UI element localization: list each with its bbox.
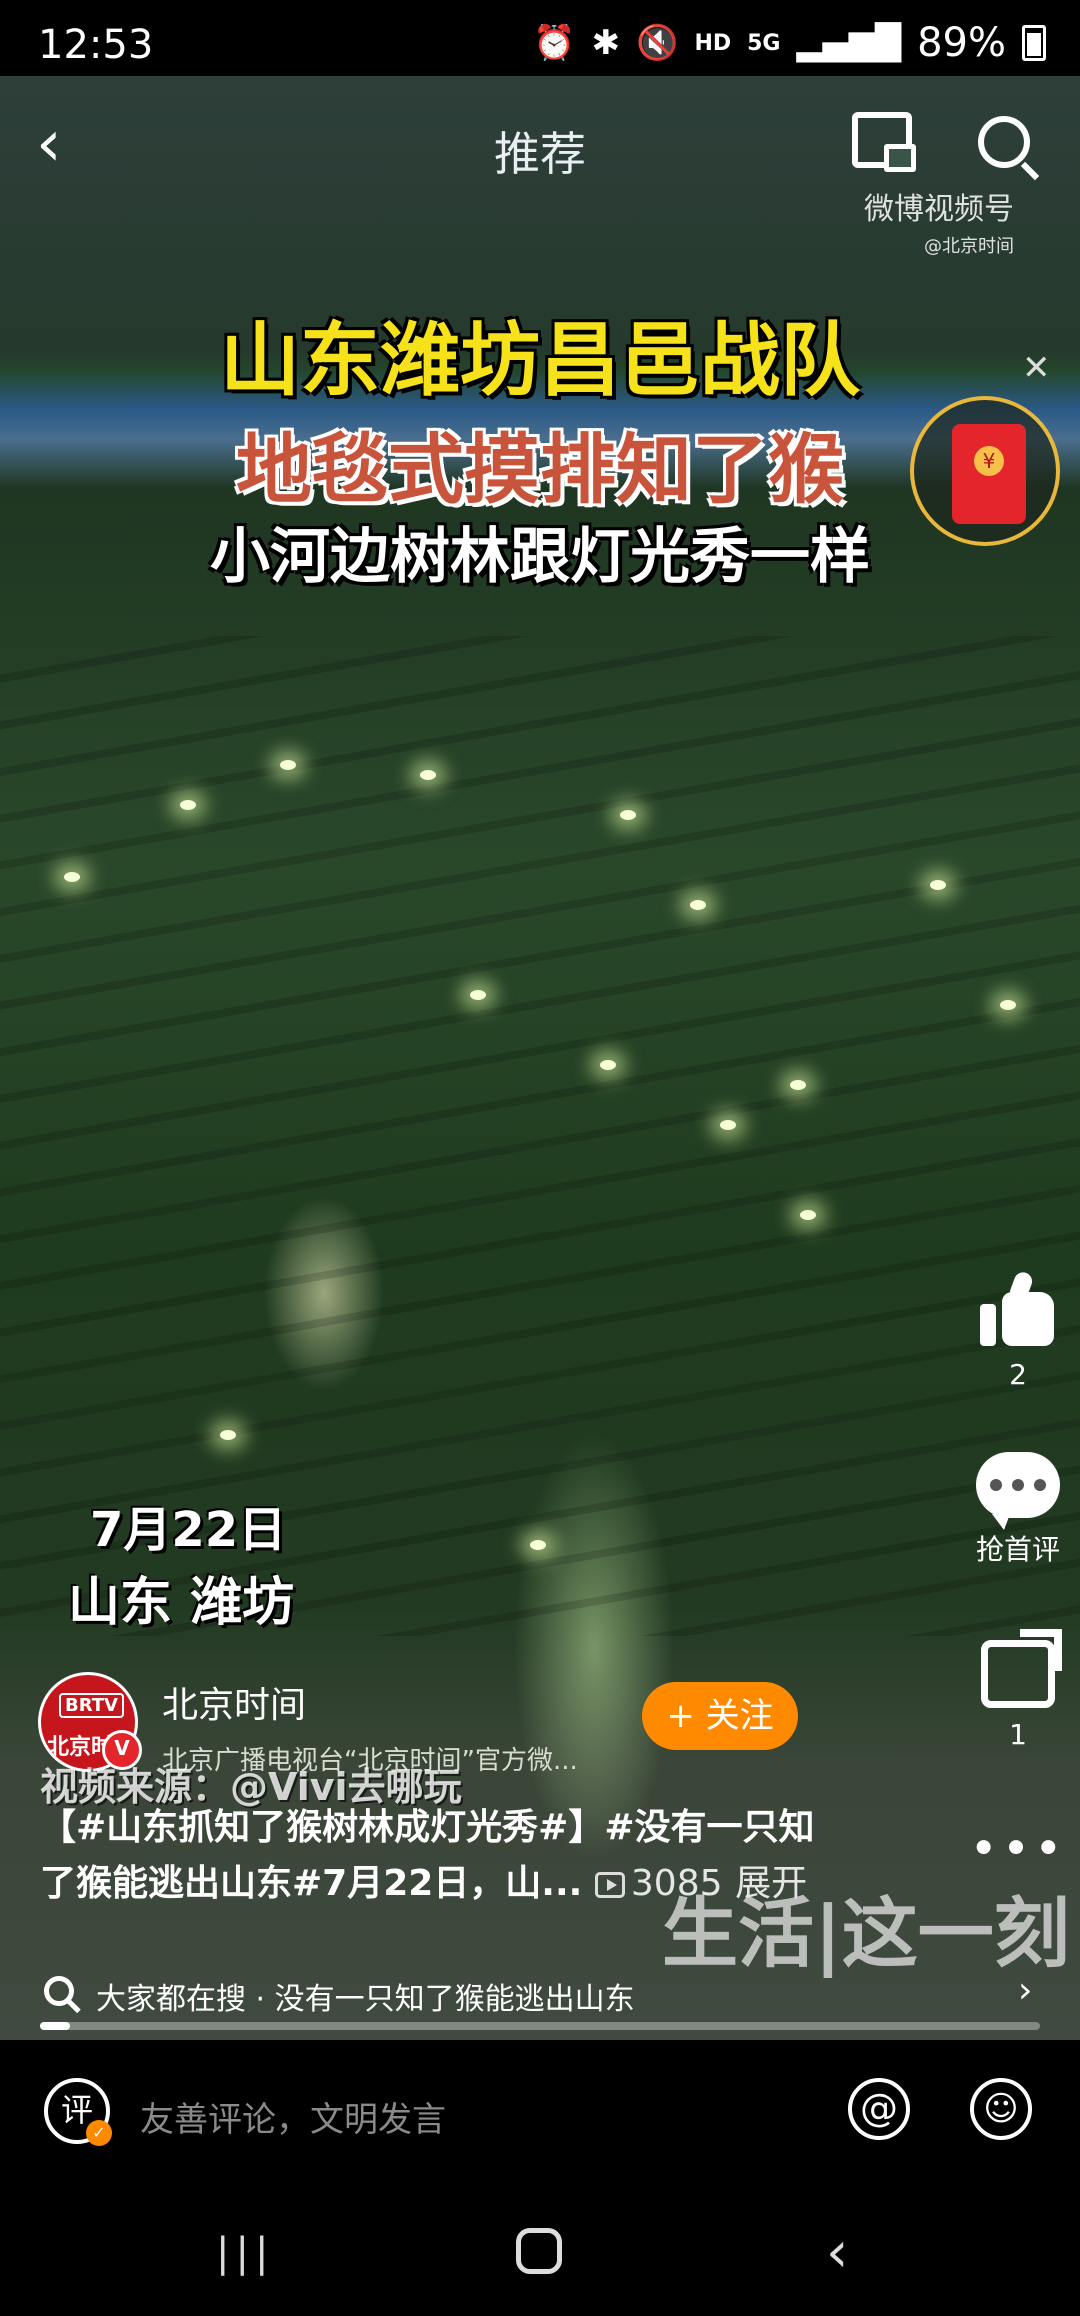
video-field-texture <box>0 636 1080 1636</box>
more-dots-icon: ••• <box>969 1821 1067 1877</box>
cast-screen-icon[interactable] <box>852 112 916 172</box>
video-date-overlay: 7月22日 山东 潍坊 <box>68 1490 294 1635</box>
status-icons: ⏰ ✱ 🔇 HD 5G ▂▄▆█ 89% <box>533 20 1046 66</box>
weibo-watermark: 微博视频号 @北京时间 <box>864 184 1014 258</box>
lamp-light <box>600 1060 616 1070</box>
video-progress-bar[interactable] <box>40 2022 1040 2030</box>
recent-apps-button[interactable]: ||| <box>216 2230 274 2276</box>
video-headline-3: 小河边树林跟灯光秀一样 <box>210 522 870 592</box>
signal-icon: ▂▄▆█ <box>796 23 902 63</box>
chevron-right-icon: › <box>1018 1970 1033 2011</box>
hd-indicator: HD <box>694 30 732 56</box>
watermark-brand: 微博视频号 <box>864 192 1014 227</box>
share-count: 1 <box>1009 1718 1027 1751</box>
thumbs-up-icon <box>980 1269 1056 1348</box>
share-icon <box>981 1629 1062 1708</box>
watermark-account: @北京时间 <box>924 236 1014 257</box>
red-packet-close-button[interactable]: ✕ <box>1022 348 1051 388</box>
lamp-light <box>280 760 296 770</box>
date-overlay-line-2: 山东 潍坊 <box>68 1573 295 1633</box>
status-bar: 12:53 ⏰ ✱ 🔇 HD 5G ▂▄▆█ 89% <box>0 0 1080 76</box>
lamp-light <box>690 900 706 910</box>
video-headline-1: 山东潍坊昌邑战队 <box>220 314 860 407</box>
video-progress-fill <box>40 2022 70 2030</box>
lamp-light <box>620 810 636 820</box>
red-envelope-icon <box>952 424 1026 524</box>
comment-bar: 评 友善评论，文明发言 @ ☺ <box>0 2040 1080 2190</box>
status-time: 12:53 <box>38 22 154 68</box>
network-indicator: 5G <box>747 30 781 56</box>
more-button[interactable]: ••• <box>968 1821 1068 1877</box>
close-icon: ✕ <box>1022 348 1051 388</box>
red-packet-button[interactable] <box>910 396 1060 546</box>
page-title: 推荐 <box>494 127 586 181</box>
search-icon[interactable] <box>978 116 1030 168</box>
home-button[interactable] <box>516 2228 562 2274</box>
lamp-light <box>790 1080 806 1090</box>
share-button[interactable]: 1 <box>968 1629 1068 1751</box>
lamp-light <box>180 800 196 810</box>
lamp-light <box>720 1120 736 1130</box>
avatar-badge: BRTV <box>59 1693 124 1718</box>
battery-icon <box>1022 25 1046 61</box>
lamp-light <box>930 880 946 890</box>
comment-pen-icon[interactable]: 评 <box>44 2078 112 2146</box>
comment-label: 抢首评 <box>975 1533 1060 1566</box>
lamp-light <box>1000 1000 1016 1010</box>
system-back-button[interactable]: ‹ <box>826 2220 848 2285</box>
search-icon <box>44 1976 74 2006</box>
comment-input[interactable]: 友善评论，文明发言 <box>140 2092 446 2141</box>
mute-icon: 🔇 <box>636 23 679 63</box>
comment-button[interactable]: 抢首评 <box>968 1452 1068 1568</box>
play-icon <box>594 1872 625 1898</box>
lamp-light <box>220 1430 236 1440</box>
comment-bubble-icon <box>976 1452 1060 1530</box>
mention-icon[interactable]: @ <box>848 2078 910 2140</box>
like-count: 2 <box>1009 1358 1027 1391</box>
lamp-light <box>800 1210 816 1220</box>
system-nav-bar: ||| ‹ <box>0 2190 1080 2316</box>
trending-search-text: 大家都在搜 · 没有一只知了猴能逃出山东 <box>96 1982 635 2017</box>
date-overlay-line-1: 7月22日 <box>90 1502 287 1558</box>
publisher-name[interactable]: 北京时间 <box>162 1676 306 1728</box>
bluetooth-icon: ✱ <box>591 23 621 63</box>
alarm-icon: ⏰ <box>533 23 576 63</box>
lamp-light <box>530 1540 546 1550</box>
like-button[interactable]: 2 <box>968 1269 1068 1391</box>
lamp-light <box>420 770 436 780</box>
follow-button[interactable]: + 关注 <box>642 1682 798 1750</box>
lamp-light <box>64 872 80 882</box>
battery-percent: 89% <box>917 20 1006 66</box>
emoji-icon[interactable]: ☺ <box>970 2078 1032 2140</box>
lamp-light <box>470 990 486 1000</box>
